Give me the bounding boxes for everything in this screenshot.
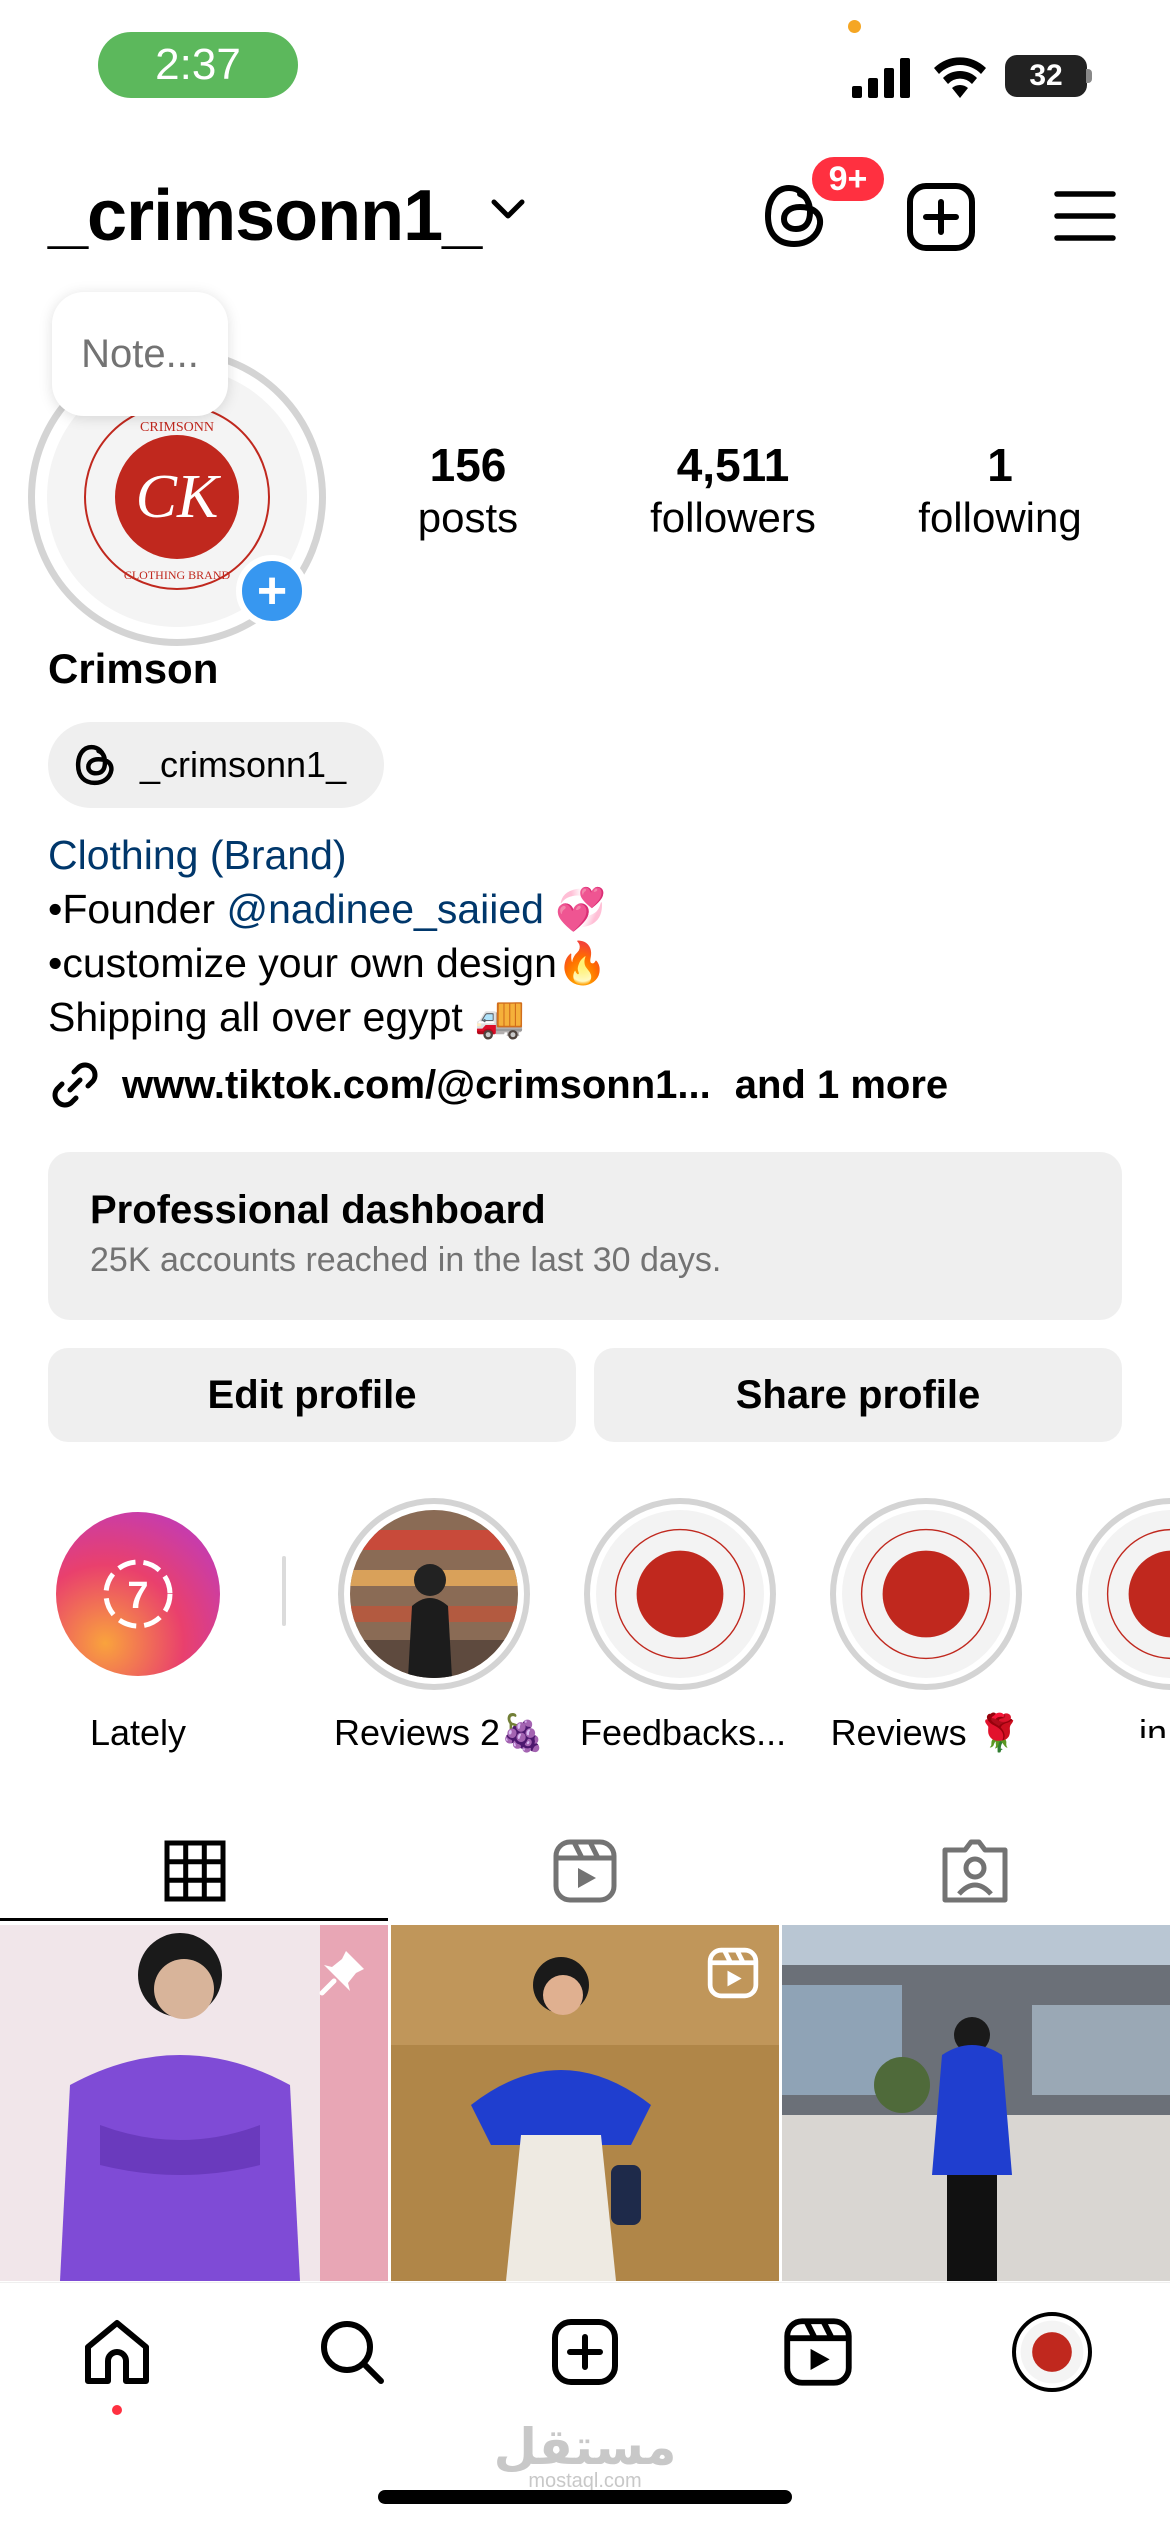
note-bubble[interactable]: Note...	[52, 292, 228, 416]
post-thumbnail[interactable]	[782, 1925, 1170, 2281]
professional-dashboard[interactable]: Professional dashboard 25K accounts reac…	[48, 1152, 1122, 1320]
highlight-label: Lately	[89, 1712, 187, 1753]
status-time: 2:37	[98, 32, 298, 98]
lately-count: 7	[127, 1575, 148, 1617]
stat-label: posts	[417, 494, 519, 541]
share-profile-button[interactable]: Share profile	[594, 1348, 1122, 1442]
logo-monogram: CK	[136, 463, 222, 531]
wifi-icon	[934, 56, 986, 98]
link-more: and 1 more	[734, 1062, 949, 1107]
brand-logo	[596, 1510, 764, 1678]
add-story-button[interactable]: +	[236, 555, 308, 627]
threads-handle: _crimsonn1_	[140, 744, 347, 785]
stat-value: 4,511	[676, 439, 790, 491]
dashboard-title: Professional dashboard	[90, 1188, 546, 1232]
stat-value: 156	[429, 439, 507, 491]
create-post-icon[interactable]	[906, 182, 976, 252]
link-icon	[52, 1062, 98, 1108]
grid-icon	[164, 1840, 226, 1902]
profile-username[interactable]: _crimsonn1_	[48, 175, 482, 257]
tab-posts-grid[interactable]	[0, 1820, 390, 1922]
tagged-icon	[942, 1839, 1008, 1903]
tab-reels[interactable]	[390, 1820, 780, 1922]
profile-avatar	[1012, 2312, 1092, 2392]
post-thumbnail[interactable]	[391, 1925, 779, 2281]
home-icon	[85, 2320, 149, 2384]
stat-followers[interactable]: 4,511 followers	[628, 438, 838, 542]
stat-value: 1	[987, 439, 1013, 491]
dashboard-subtitle: 25K accounts reached in the last 30 days…	[90, 1241, 722, 1279]
logo-text-bottom: CLOTHING BRAND	[124, 568, 231, 582]
chevron-down-icon[interactable]	[490, 198, 526, 222]
highlight-photo	[350, 1510, 518, 1678]
highlight-reviews[interactable]: Reviews 🌹	[826, 1498, 1026, 1754]
reels-icon	[784, 2318, 852, 2386]
reels-icon	[707, 1947, 759, 1999]
stat-following[interactable]: 1 following	[900, 438, 1100, 542]
create-icon	[552, 2319, 618, 2385]
highlight-reviews-2[interactable]: Reviews 2🍇	[334, 1498, 545, 1754]
home-notification-dot	[112, 2405, 122, 2415]
brand-logo	[842, 1510, 1010, 1678]
reels-icon	[553, 1839, 617, 1903]
pin-icon	[319, 1951, 364, 1996]
nav-create[interactable]	[545, 2312, 625, 2392]
link-url: www.tiktok.com/@crimsonn1...	[122, 1062, 711, 1107]
watermark-arabic: مستقل	[493, 2419, 677, 2475]
bio-line-1: •Founder @nadinee_saiied 💞	[48, 882, 608, 936]
nav-profile[interactable]	[1012, 2312, 1092, 2392]
active-tab-indicator	[0, 1918, 388, 1921]
battery-indicator: 32	[1005, 55, 1087, 97]
cellular-signal-icon	[852, 58, 914, 98]
highlight-label: Reviews 🌹	[830, 1712, 1022, 1753]
brand-logo	[1088, 1510, 1170, 1678]
privacy-indicator-dot	[848, 20, 861, 33]
profile-category[interactable]: Clothing (Brand)	[48, 828, 608, 882]
watermark: مستقل mostaql.com	[0, 2418, 1170, 2493]
edit-profile-button[interactable]: Edit profile	[48, 1348, 576, 1442]
tab-tagged[interactable]	[780, 1820, 1170, 1922]
highlight-lately[interactable]: 7 Lately	[38, 1498, 238, 1754]
threads-notification-badge: 9+	[808, 153, 888, 205]
nav-reels[interactable]	[778, 2312, 858, 2392]
menu-icon[interactable]	[1054, 190, 1116, 242]
search-icon	[321, 2321, 384, 2384]
highlight-feedbacks[interactable]: Feedbacks...	[580, 1498, 787, 1754]
threads-icon	[75, 744, 114, 786]
highlight-label: Reviews 2🍇	[334, 1712, 545, 1753]
external-links[interactable]: www.tiktok.com/@crimsonn1... and 1 more	[48, 1058, 948, 1112]
home-indicator[interactable]	[378, 2490, 792, 2504]
stat-label: followers	[650, 494, 816, 541]
bio-text: •Founder	[48, 886, 227, 932]
highlight-label: in st	[1138, 1712, 1170, 1738]
stat-posts[interactable]: 156 posts	[388, 438, 548, 542]
bio-line-2: •customize your own design🔥	[48, 940, 608, 986]
stat-label: following	[918, 494, 1082, 541]
founder-mention-link[interactable]: @nadinee_saiied	[226, 886, 543, 932]
bio-line-3: Shipping all over egypt 🚚	[48, 994, 526, 1040]
battery-cap	[1086, 69, 1092, 83]
bio: Clothing (Brand) •Founder @nadinee_saiie…	[48, 828, 608, 1044]
nav-home[interactable]	[77, 2312, 157, 2392]
post-thumbnail[interactable]	[0, 1925, 388, 2281]
nav-search[interactable]	[312, 2312, 392, 2392]
highlight-label: Feedbacks...	[580, 1712, 787, 1753]
bio-emoji: 💞	[555, 886, 607, 932]
threads-profile-chip[interactable]: _crimsonn1_	[48, 722, 384, 808]
highlight-in-stock[interactable]: in st	[1072, 1498, 1170, 1738]
highlights-divider	[282, 1556, 286, 1626]
lately-circle: 7	[56, 1512, 220, 1676]
display-name: Crimson	[48, 645, 219, 692]
logo-text-top: CRIMSONN	[140, 420, 214, 435]
